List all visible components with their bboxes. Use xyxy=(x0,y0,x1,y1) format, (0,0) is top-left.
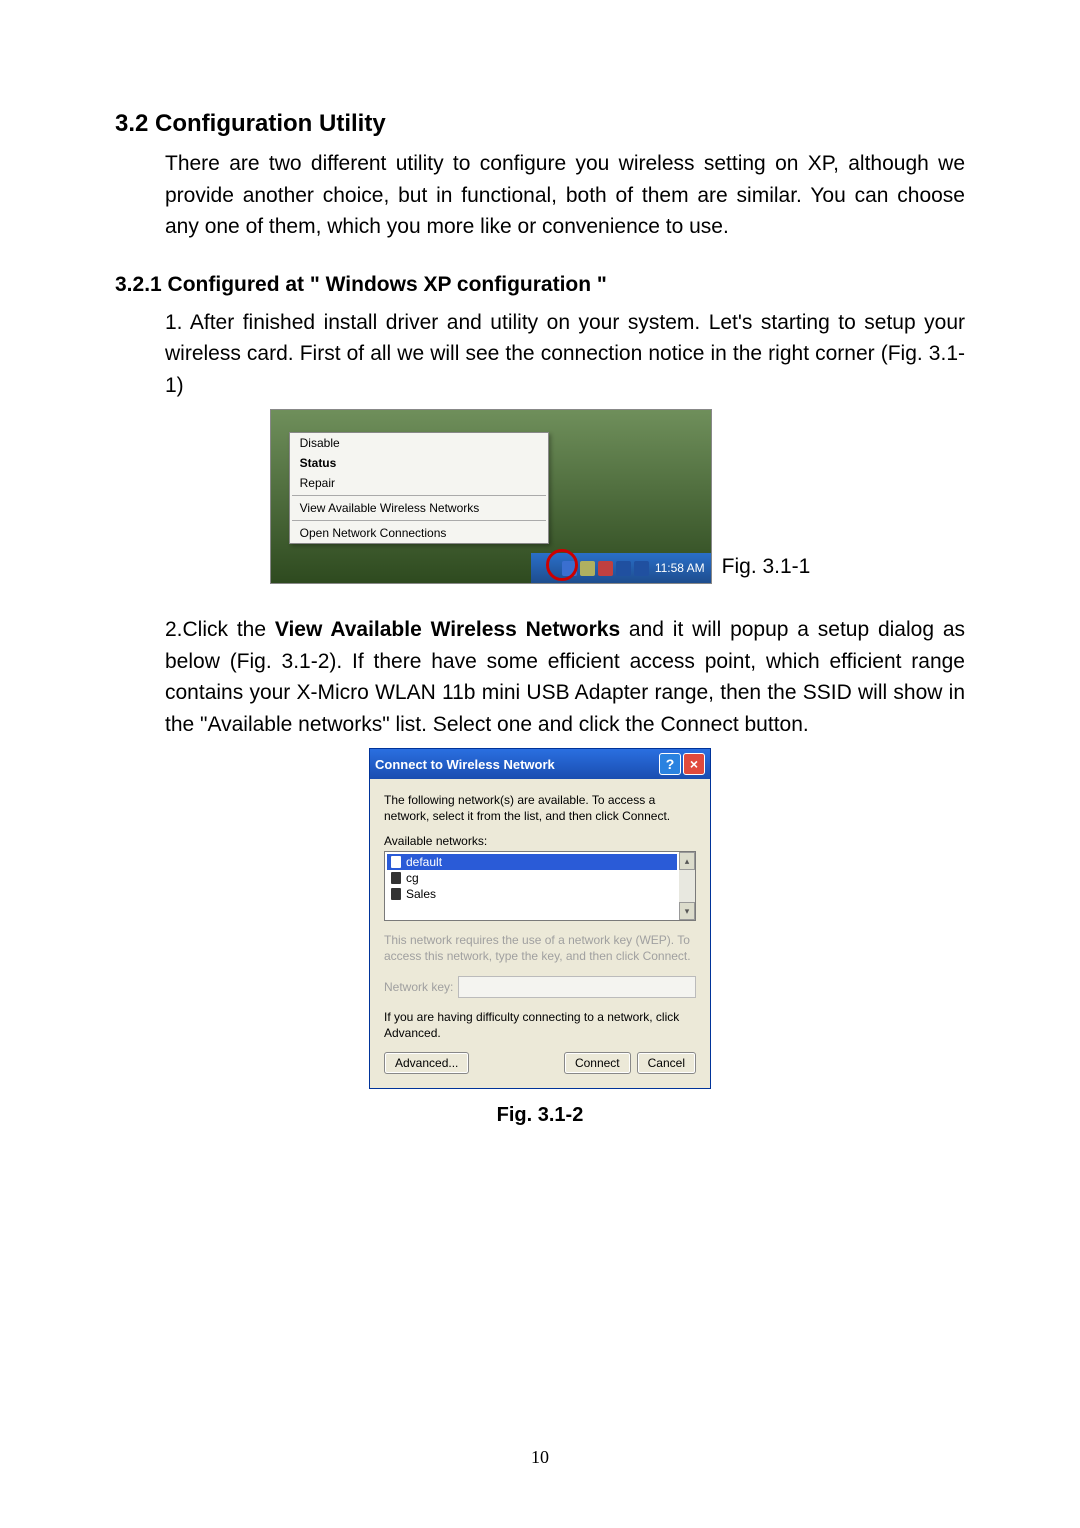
menu-item-disable[interactable]: Disable xyxy=(290,433,548,453)
list-item-label: default xyxy=(406,855,442,869)
network-key-input[interactable] xyxy=(458,976,696,998)
tray-clock: 11:58 AM xyxy=(655,561,705,575)
list-item[interactable]: cg xyxy=(387,870,677,886)
step-1-text: 1. After finished install driver and uti… xyxy=(165,307,965,402)
step-2-bold: View Available Wireless Networks xyxy=(275,618,620,641)
scrollbar[interactable]: ▴ ▾ xyxy=(679,852,695,920)
sub-heading: 3.2.1 Configured at " Windows XP configu… xyxy=(115,273,965,297)
scroll-down-icon[interactable]: ▾ xyxy=(679,902,695,920)
menu-item-view-networks[interactable]: View Available Wireless Networks xyxy=(290,498,548,518)
figure-3-1-1-caption: Fig. 3.1-1 xyxy=(722,555,811,579)
dialog-intro-text: The following network(s) are available. … xyxy=(384,793,696,824)
list-item-label: cg xyxy=(406,871,419,885)
tray-icon[interactable] xyxy=(616,561,631,576)
network-icon xyxy=(391,856,401,868)
list-item[interactable]: Sales xyxy=(387,886,677,902)
step-2-pre: 2.Click the xyxy=(165,618,275,641)
available-networks-label: Available networks: xyxy=(384,834,696,848)
help-button[interactable]: ? xyxy=(659,753,681,775)
list-item[interactable]: default xyxy=(387,854,677,870)
network-icon xyxy=(391,872,401,884)
advanced-button[interactable]: Advanced... xyxy=(384,1052,469,1074)
scroll-up-icon[interactable]: ▴ xyxy=(679,852,695,870)
step-2-text: 2.Click the View Available Wireless Netw… xyxy=(165,614,965,740)
connect-button[interactable]: Connect xyxy=(564,1052,631,1074)
tray-icon[interactable] xyxy=(580,561,595,576)
highlight-circle xyxy=(546,549,578,581)
wireless-context-menu: Disable Status Repair View Available Wir… xyxy=(289,432,549,544)
cancel-button[interactable]: Cancel xyxy=(637,1052,696,1074)
menu-separator xyxy=(292,520,546,521)
section-body-text: There are two different utility to confi… xyxy=(165,148,965,243)
network-icon xyxy=(391,888,401,900)
menu-separator xyxy=(292,495,546,496)
menu-item-repair[interactable]: Repair xyxy=(290,473,548,493)
available-networks-list[interactable]: default cg Sales ▴ ▾ xyxy=(384,851,696,921)
figure-3-1-1: Disable Status Repair View Available Wir… xyxy=(270,409,712,584)
list-item-label: Sales xyxy=(406,887,436,901)
wep-help-text: This network requires the use of a netwo… xyxy=(384,933,696,964)
dialog-titlebar: Connect to Wireless Network ? × xyxy=(370,749,710,779)
dialog-title: Connect to Wireless Network xyxy=(375,757,555,772)
figure-3-1-2-caption: Fig. 3.1-2 xyxy=(497,1104,584,1127)
tray-icon[interactable] xyxy=(634,561,649,576)
page-number: 10 xyxy=(0,1447,1080,1468)
difficulty-text: If you are having difficulty connecting … xyxy=(384,1010,696,1041)
menu-item-open-connections[interactable]: Open Network Connections xyxy=(290,523,548,543)
section-heading: 3.2 Configuration Utility xyxy=(115,110,965,138)
menu-item-status[interactable]: Status xyxy=(290,453,548,473)
network-key-label: Network key: xyxy=(384,980,453,994)
close-button[interactable]: × xyxy=(683,753,705,775)
tray-icon[interactable] xyxy=(598,561,613,576)
connect-wireless-dialog: Connect to Wireless Network ? × The foll… xyxy=(369,748,711,1089)
